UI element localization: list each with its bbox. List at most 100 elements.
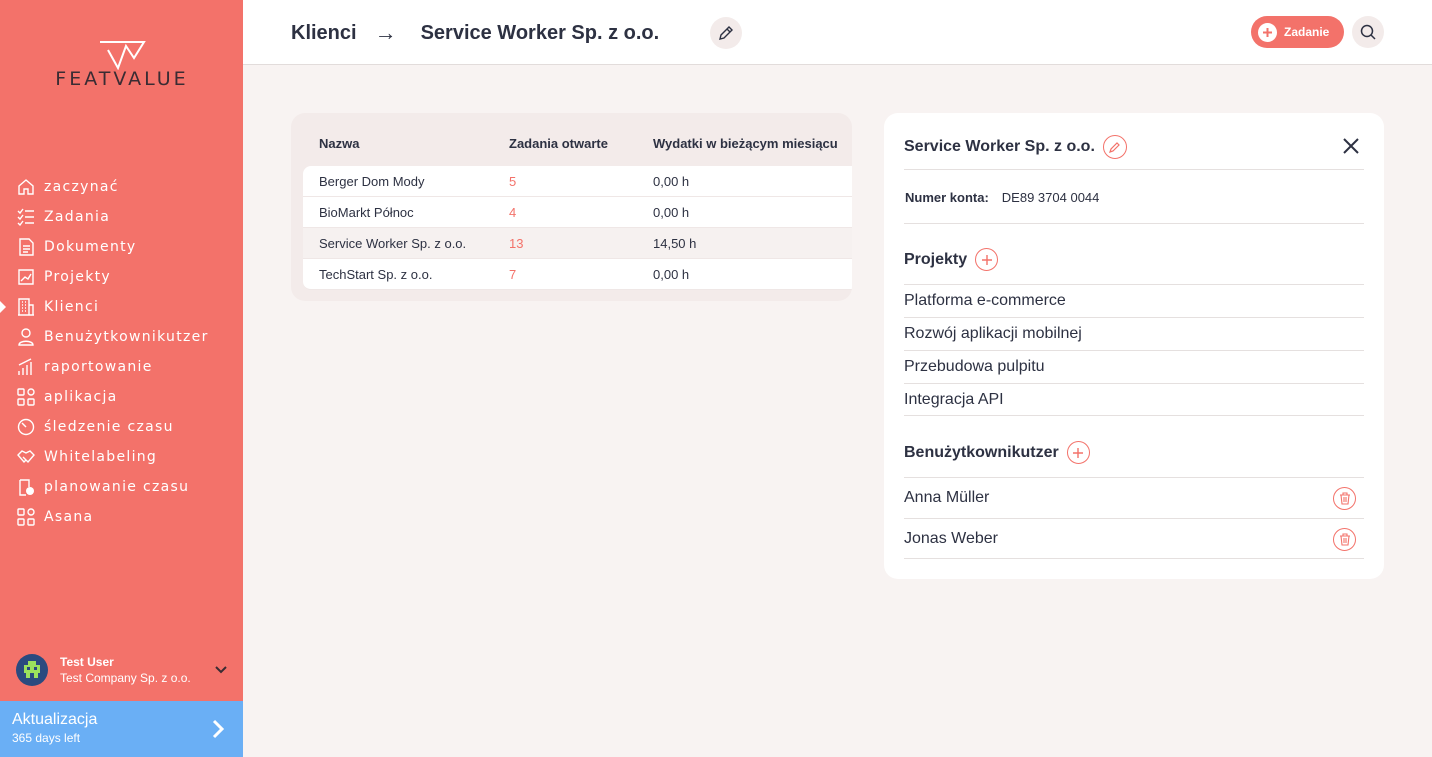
monthly-spend: 0,00 h bbox=[653, 174, 690, 189]
trash-icon bbox=[1339, 492, 1350, 505]
pixel-avatar-icon bbox=[24, 661, 40, 678]
open-tasks-count: 13 bbox=[509, 236, 524, 251]
table-body: Berger Dom Mody 5 0,00 h BioMarkt Północ… bbox=[303, 166, 852, 290]
user-company: Test Company Sp. z o.o. bbox=[60, 671, 191, 685]
column-header-name[interactable]: Nazwa bbox=[319, 136, 359, 151]
plus-icon bbox=[981, 254, 992, 265]
sidebar-item-whitelabeling[interactable]: Whitelabeling bbox=[0, 442, 243, 472]
sidebar-item-asana[interactable]: Asana bbox=[0, 502, 243, 532]
table-row[interactable]: TechStart Sp. z o.o. 7 0,00 h bbox=[303, 259, 852, 290]
table-row-selected[interactable]: Service Worker Sp. z o.o. 13 14,50 h bbox=[303, 228, 852, 259]
sidebar-item-start[interactable]: zaczynać bbox=[0, 172, 243, 202]
table-row[interactable]: BioMarkt Północ 4 0,00 h bbox=[303, 197, 852, 228]
add-project-button[interactable] bbox=[975, 248, 999, 271]
users-list: Anna Müller Jonas Weber bbox=[904, 477, 1364, 559]
list-item[interactable]: Rozwój aplikacji mobilnej bbox=[904, 317, 1364, 350]
sidebar-item-label: śledzenie czasu bbox=[44, 419, 174, 435]
projects-list: Platforma e-commerce Rozwój aplikacji mo… bbox=[904, 284, 1364, 416]
sidebar-item-apps[interactable]: aplikacja bbox=[0, 382, 243, 412]
divider bbox=[904, 169, 1364, 170]
timer-icon bbox=[16, 417, 36, 437]
breadcrumb-current: Service Worker Sp. z o.o. bbox=[420, 21, 660, 44]
breadcrumb: Klienci → Service Worker Sp. z o.o. bbox=[291, 20, 659, 46]
breadcrumb-arrow: → bbox=[374, 20, 397, 45]
search-button[interactable] bbox=[1352, 16, 1384, 48]
client-name: BioMarkt Północ bbox=[319, 205, 414, 220]
upgrade-days-left: 365 days left bbox=[12, 731, 81, 745]
remove-user-button[interactable] bbox=[1333, 528, 1356, 551]
list-item: Jonas Weber bbox=[904, 518, 1364, 559]
checklist-icon bbox=[16, 207, 36, 227]
upgrade-title: Aktualizacja bbox=[12, 711, 98, 728]
client-detail-panel: Service Worker Sp. z o.o. Numer konta: D… bbox=[884, 113, 1384, 579]
sidebar-item-label: Whitelabeling bbox=[44, 449, 158, 465]
list-item[interactable]: Przebudowa pulpitu bbox=[904, 350, 1364, 383]
sidebar-item-label: Benużytkownikutzer bbox=[44, 329, 209, 345]
user-entry-name: Anna Müller bbox=[904, 489, 990, 506]
avatar bbox=[16, 654, 48, 686]
logo-mark-icon bbox=[100, 41, 146, 70]
list-item[interactable]: Platforma e-commerce bbox=[904, 284, 1364, 317]
projects-heading: Projekty bbox=[904, 248, 999, 271]
users-heading-label: Benużytkownikutzer bbox=[904, 443, 1059, 461]
sidebar-item-documents[interactable]: Dokumenty bbox=[0, 232, 243, 262]
list-item[interactable]: Integracja API bbox=[904, 383, 1364, 416]
clipboard-clock-icon bbox=[16, 477, 36, 497]
users-heading: Benużytkownikutzer bbox=[904, 441, 1090, 464]
clients-table: Nazwa Zadania otwarte Wydatki w bieżącym… bbox=[291, 113, 852, 301]
sidebar-item-users[interactable]: Benużytkownikutzer bbox=[0, 322, 243, 352]
sidebar-item-tasks[interactable]: Zadania bbox=[0, 202, 243, 232]
open-tasks-count: 5 bbox=[509, 174, 517, 189]
pencil-icon bbox=[719, 26, 733, 40]
add-user-button[interactable] bbox=[1066, 441, 1090, 464]
sidebar-item-reporting[interactable]: raportowanie bbox=[0, 352, 243, 382]
sidebar: FEATVALUE zaczynać Zadania Dokumenty Pro… bbox=[0, 0, 243, 757]
breadcrumb-parent[interactable]: Klienci bbox=[291, 22, 357, 45]
client-name: Berger Dom Mody bbox=[319, 174, 425, 189]
monthly-spend: 0,00 h bbox=[653, 267, 690, 282]
add-task-label: Zadanie bbox=[1284, 25, 1330, 39]
add-task-button[interactable]: Zadanie bbox=[1251, 16, 1344, 48]
account-value: DE89 3704 0044 bbox=[1001, 190, 1100, 205]
apps-icon bbox=[16, 507, 36, 527]
sidebar-item-label: planowanie czasu bbox=[44, 479, 190, 495]
user-menu[interactable]: Test User Test Company Sp. z o.o. bbox=[16, 652, 228, 688]
sidebar-item-label: raportowanie bbox=[44, 359, 153, 375]
sidebar-item-time-planning[interactable]: planowanie czasu bbox=[0, 472, 243, 502]
table-row[interactable]: Berger Dom Mody 5 0,00 h bbox=[303, 166, 852, 197]
chevron-right-icon bbox=[212, 719, 225, 739]
sidebar-item-label: Zadania bbox=[44, 209, 111, 225]
monthly-spend: 0,00 h bbox=[653, 205, 690, 220]
open-tasks-count: 7 bbox=[509, 267, 517, 282]
edit-client-button[interactable] bbox=[710, 17, 742, 49]
trash-icon bbox=[1339, 533, 1350, 546]
building-icon bbox=[16, 297, 36, 317]
close-icon[interactable] bbox=[1340, 135, 1362, 157]
sidebar-item-label: aplikacja bbox=[44, 389, 118, 405]
account-number: Numer konta: DE89 3704 0044 bbox=[905, 190, 1099, 205]
projects-heading-label: Projekty bbox=[904, 250, 968, 268]
client-title: Service Worker Sp. z o.o. bbox=[904, 138, 1095, 155]
documents-icon bbox=[16, 237, 36, 257]
sidebar-item-time-tracking[interactable]: śledzenie czasu bbox=[0, 412, 243, 442]
sidebar-nav: zaczynać Zadania Dokumenty Projekty Klie… bbox=[0, 172, 243, 532]
divider bbox=[904, 223, 1364, 224]
search-icon bbox=[1360, 24, 1376, 40]
sidebar-item-label: Klienci bbox=[44, 299, 100, 315]
sidebar-item-projects[interactable]: Projekty bbox=[0, 262, 243, 292]
sidebar-item-label: Asana bbox=[44, 509, 94, 525]
client-name: Service Worker Sp. z o.o. bbox=[319, 236, 467, 251]
sidebar-item-label: Dokumenty bbox=[44, 239, 137, 255]
chevron-down-icon bbox=[215, 666, 227, 674]
column-header-open-tasks[interactable]: Zadania otwarte bbox=[509, 136, 608, 151]
column-header-spend[interactable]: Wydatki w bieżącym miesiącu bbox=[653, 136, 838, 151]
upgrade-banner[interactable]: Aktualizacja 365 days left bbox=[0, 701, 243, 757]
sidebar-item-clients[interactable]: Klienci bbox=[0, 292, 243, 322]
brand-logo[interactable]: FEATVALUE bbox=[36, 40, 208, 90]
edit-client-name-button[interactable] bbox=[1102, 135, 1127, 159]
remove-user-button[interactable] bbox=[1333, 487, 1356, 510]
user-entry-name: Jonas Weber bbox=[904, 529, 998, 547]
bars-icon bbox=[16, 357, 36, 377]
list-item: Anna Müller bbox=[904, 477, 1364, 518]
top-header: Klienci → Service Worker Sp. z o.o. Zada… bbox=[243, 0, 1432, 65]
